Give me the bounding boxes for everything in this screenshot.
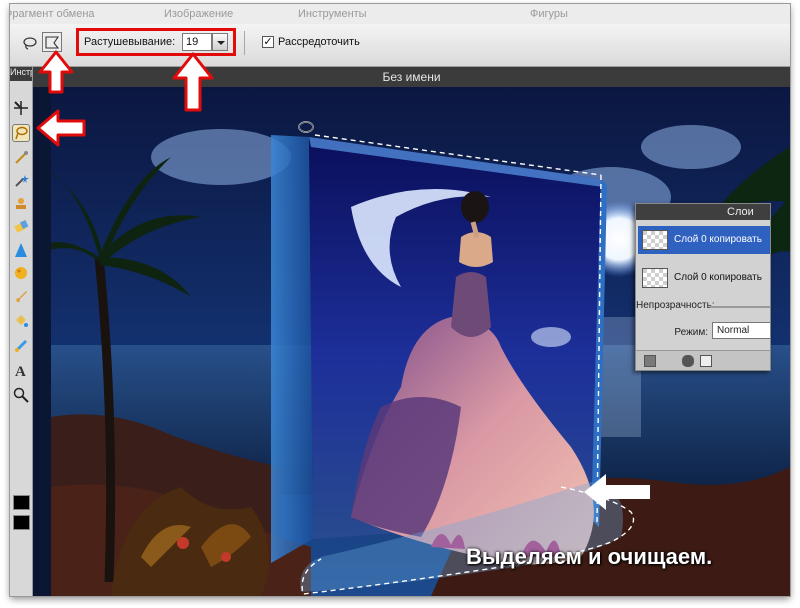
toolbox-title: Инструменты — [10, 67, 32, 81]
gradient-tool-icon[interactable] — [13, 338, 29, 354]
layer-properties-icon[interactable] — [644, 355, 656, 367]
menu-item-tools[interactable]: Инструменты — [298, 8, 367, 20]
layer-mask-icon[interactable] — [682, 355, 694, 367]
magic-wand-icon[interactable] — [13, 173, 29, 189]
paint-bucket-icon[interactable] — [13, 313, 29, 329]
feather-label: Растушевывание: — [84, 36, 176, 48]
menu-item-shapes[interactable]: Фигуры — [530, 8, 568, 20]
menu-item-image[interactable]: Изображение — [164, 8, 233, 20]
background-color-swatch[interactable] — [13, 515, 30, 530]
tool-options-bar: Растушевывание: 19 ✓ Рассредоточить — [10, 24, 790, 67]
caption-text: Выделяем и очищаем. — [466, 544, 713, 569]
move-tool-icon[interactable] — [13, 100, 29, 116]
polygon-lasso-mode-button[interactable] — [42, 32, 62, 52]
screenshot-frame: Фрагмент обмена Изображение Инструменты … — [10, 4, 790, 596]
blend-mode-select[interactable]: Normal — [712, 322, 770, 339]
scatter-label: Рассредоточить — [278, 36, 360, 48]
sharpen-tool-icon[interactable] — [13, 242, 29, 258]
scatter-checkbox[interactable]: ✓ — [262, 36, 274, 48]
layers-panel-title: Слои — [636, 204, 770, 220]
frame-left-edge — [271, 135, 313, 563]
layer-thumbnail — [642, 268, 668, 288]
opacity-label: Непрозрачность: — [636, 300, 715, 311]
brush-tool-icon[interactable] — [13, 289, 29, 305]
new-layer-icon[interactable] — [700, 355, 712, 367]
blend-mode-label: Режим: — [674, 327, 708, 338]
menu-item-clipboard[interactable]: Фрагмент обмена — [10, 8, 95, 20]
document-title: Без имени — [33, 67, 790, 87]
options-separator — [244, 31, 245, 55]
lasso-tool-button[interactable] — [12, 124, 30, 142]
sponge-tool-icon[interactable] — [13, 265, 29, 281]
polygon-lasso-icon — [45, 36, 60, 49]
inner-cloud — [531, 327, 571, 347]
zoom-tool-icon[interactable] — [13, 387, 29, 403]
layer-thumbnail — [642, 230, 668, 250]
menu-bar: Фрагмент обмена Изображение Инструменты … — [10, 4, 790, 24]
layers-panel: Слои Слой 0 копировать Слой 0 копировать… — [635, 203, 771, 371]
document-window: Без имени Слои Слой 0 копировать Слой 0 … — [33, 67, 790, 596]
crop-tool-icon[interactable] — [13, 150, 29, 166]
toolbox: Инструменты — [10, 67, 33, 596]
layer-name: Слой 0 копировать — [674, 234, 762, 245]
foreground-color-swatch[interactable] — [13, 495, 30, 510]
eraser-tool-icon[interactable] — [13, 218, 29, 234]
lasso-mode-icon[interactable] — [22, 36, 38, 50]
text-tool-icon[interactable]: A — [15, 364, 26, 381]
stamp-tool-icon[interactable] — [13, 195, 29, 211]
layer-row-selected[interactable]: Слой 0 копировать — [638, 226, 770, 254]
feather-dropdown-button[interactable] — [212, 33, 228, 51]
layers-panel-footer — [636, 350, 770, 370]
opacity-slider[interactable] — [710, 306, 770, 308]
layer-row[interactable]: Слой 0 копировать — [638, 264, 770, 292]
feather-input[interactable]: 19 — [182, 33, 212, 51]
lasso-tool-icon — [15, 126, 28, 140]
layer-name: Слой 0 копировать — [674, 272, 762, 283]
